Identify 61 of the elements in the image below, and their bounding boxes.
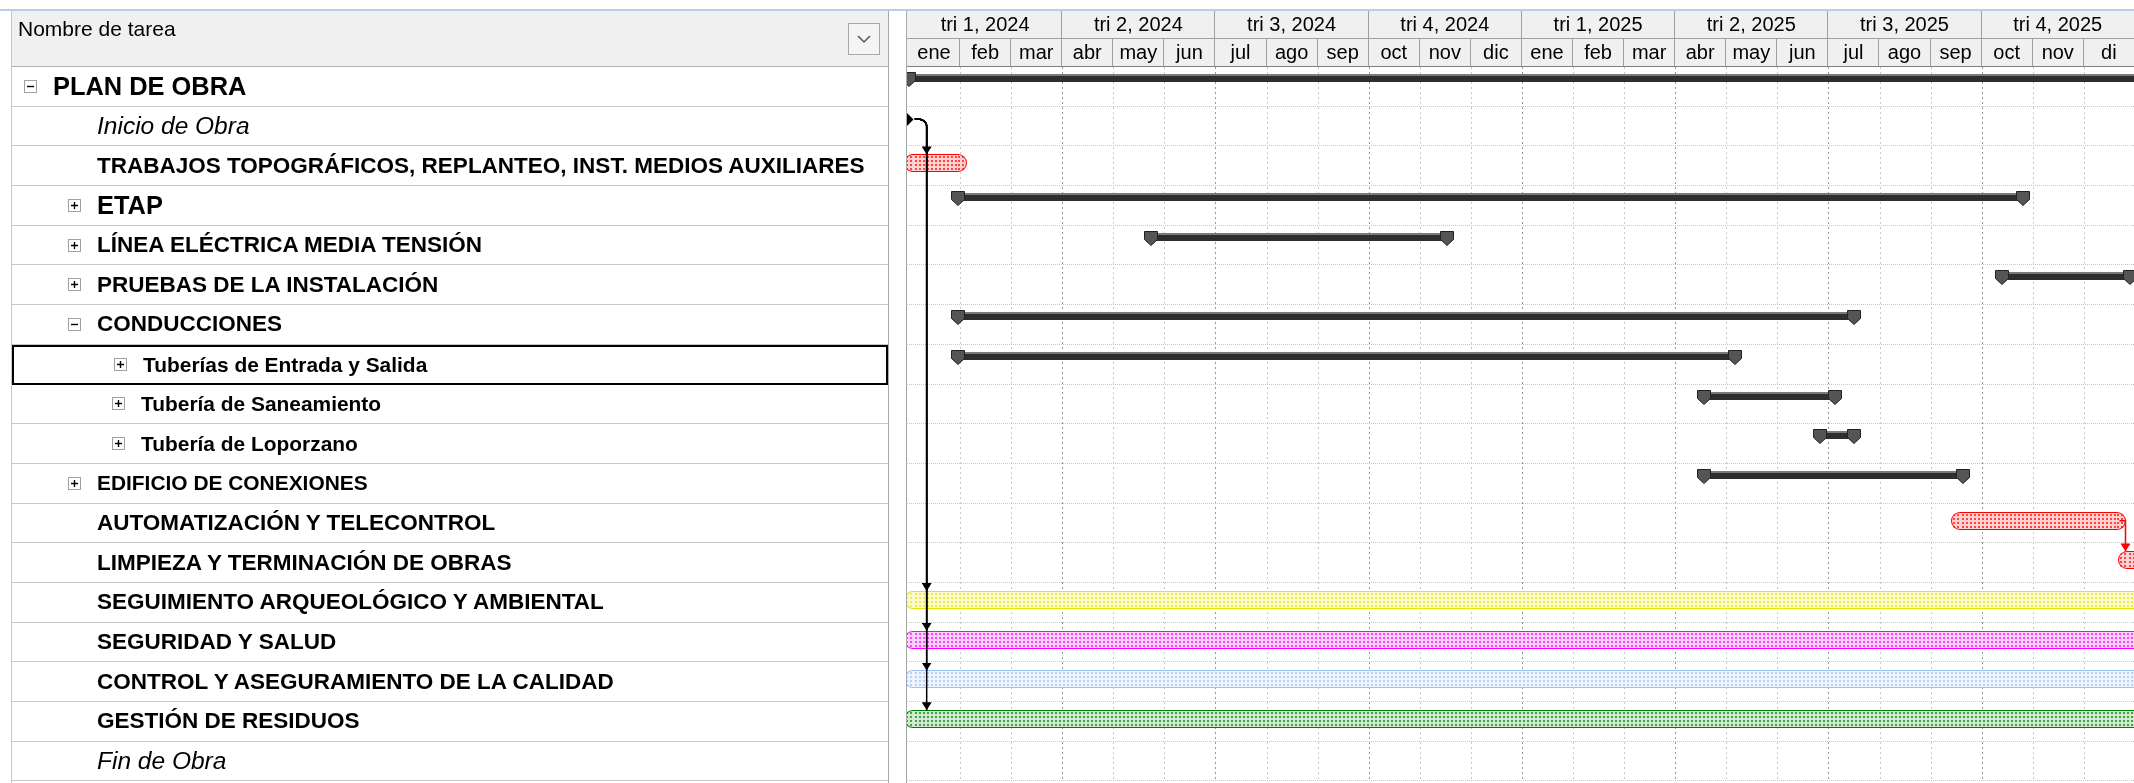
quarter-label: tri 4, 2025	[1981, 11, 2134, 38]
task-row[interactable]: Tubería de Loporzano	[12, 424, 888, 464]
task-row[interactable]: EDIFICIO DE CONEXIONES	[12, 463, 888, 504]
expand-icon[interactable]	[68, 278, 81, 292]
task-row[interactable]: Inicio de Obra	[12, 106, 888, 147]
expand-icon[interactable]	[114, 358, 127, 372]
expand-icon[interactable]	[68, 476, 81, 490]
month-label: ago	[1266, 39, 1318, 66]
task-row[interactable]: SEGURIDAD Y SALUD	[12, 622, 888, 663]
expand-icon[interactable]	[112, 397, 125, 411]
expand-icon[interactable]	[112, 437, 125, 451]
collapse-icon[interactable]	[24, 79, 37, 93]
task-row[interactable]: PRUEBAS DE LA INSTALACIÓN	[12, 265, 888, 306]
task-row[interactable]: PLAN DE OBRA	[12, 67, 888, 107]
month-label: oct	[1981, 39, 2033, 66]
task-row[interactable]: LÍNEA ELÉCTRICA MEDIA TENSIÓN	[12, 225, 888, 266]
month-label: oct	[1368, 39, 1420, 66]
task-row[interactable]: GESTIÓN DE RESIDUOS	[12, 702, 888, 742]
month-label: feb	[1573, 39, 1625, 66]
expand-icon[interactable]	[68, 198, 81, 212]
task-row[interactable]: Tuberías de Entrada y Salida	[12, 344, 888, 385]
month-label: jul	[1828, 39, 1880, 66]
task-row[interactable]: AUTOMATIZACIÓN Y TELECONTROL	[12, 503, 888, 544]
quarter-label: tri 3, 2024	[1215, 11, 1369, 38]
month-label: ene	[909, 39, 961, 66]
month-label: mar	[1624, 39, 1676, 66]
month-label: dic	[1470, 39, 1522, 66]
task-row[interactable]: Tubería de Saneamiento	[12, 384, 888, 425]
month-label: feb	[960, 39, 1012, 66]
task-row[interactable]: SEGUIMIENTO ARQUEOLÓGICO Y AMBIENTAL	[12, 582, 888, 623]
month-label: ago	[1879, 39, 1931, 66]
month-label: abr	[1062, 39, 1114, 66]
task-row[interactable]: Fin de Obra	[12, 741, 888, 782]
task-row[interactable]: TRABAJOS TOPOGRÁFICOS, REPLANTEO, INST. MEDIOS AUXILIARES	[12, 146, 888, 187]
month-label: di	[2083, 39, 2134, 66]
month-label: ene	[1521, 39, 1573, 66]
month-label: may	[1113, 39, 1165, 66]
chevron-down-icon	[857, 34, 871, 44]
quarter-label: tri 2, 2025	[1675, 11, 1829, 38]
task-row[interactable]: CONDUCCIONES	[12, 305, 888, 345]
month-label: nov	[2032, 39, 2084, 66]
month-label: nov	[1419, 39, 1471, 66]
column-header: Nombre de tarea	[18, 17, 176, 41]
month-label: jun	[1777, 39, 1829, 66]
task-row[interactable]: LIMPIEZA Y TERMINACIÓN DE OBRAS	[12, 543, 888, 583]
quarter-label: tri 2, 2024	[1062, 11, 1216, 38]
quarter-label: tri 1, 2024	[909, 11, 1063, 38]
month-label: may	[1726, 39, 1778, 66]
collapse-icon[interactable]	[68, 317, 81, 331]
month-label: abr	[1675, 39, 1727, 66]
task-row[interactable]: CONTROL Y ASEGURAMIENTO DE LA CALIDAD	[12, 662, 888, 702]
task-row[interactable]: ETAP	[12, 186, 888, 226]
month-label: jul	[1215, 39, 1267, 66]
month-label: sep	[1930, 39, 1982, 66]
quarter-label: tri 3, 2025	[1828, 11, 1982, 38]
expand-icon[interactable]	[68, 238, 81, 252]
month-label: mar	[1011, 39, 1063, 66]
month-label: sep	[1317, 39, 1369, 66]
quarter-label: tri 1, 2025	[1521, 11, 1676, 38]
month-label: jun	[1164, 39, 1216, 66]
quarter-label: tri 4, 2024	[1368, 11, 1522, 38]
